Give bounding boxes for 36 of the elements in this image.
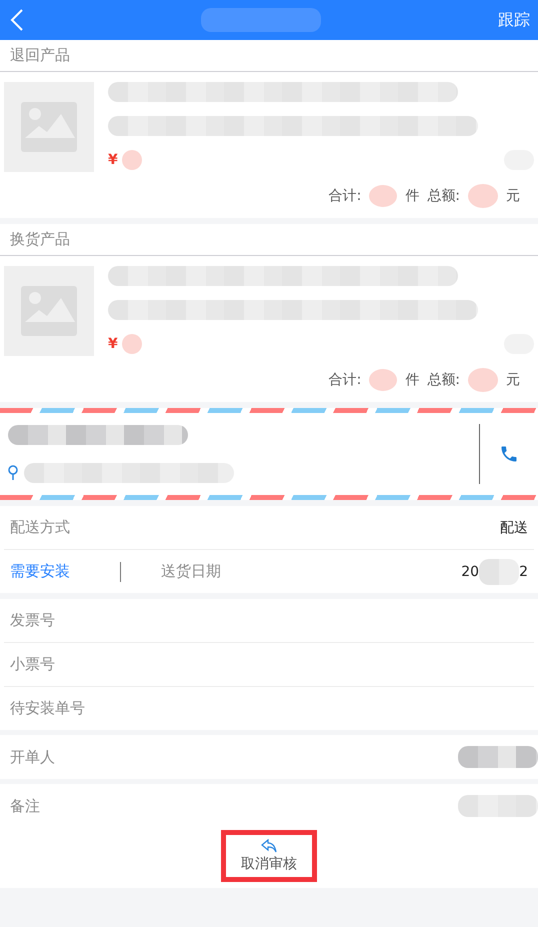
currency-sign: ¥ — [108, 152, 118, 168]
section-title: 换货产品 — [10, 230, 70, 249]
amount-label: 总额: — [427, 371, 460, 389]
redacted-block — [468, 184, 498, 208]
unit-label: 元 — [506, 187, 520, 205]
track-button[interactable]: 跟踪 — [498, 10, 530, 30]
field-label: 发票号 — [10, 611, 55, 630]
date-value: 2 — [519, 564, 528, 580]
redacted-block — [479, 558, 520, 584]
field-value: 配送 — [500, 518, 528, 536]
install-toggle[interactable]: 需要安装 — [10, 562, 70, 581]
field-label: 备注 — [10, 796, 40, 816]
redacted-block — [122, 150, 142, 170]
field-label: 开单人 — [10, 748, 55, 766]
redacted-block — [369, 369, 398, 391]
phone-icon[interactable] — [499, 444, 519, 464]
unit-label: 件 — [405, 187, 420, 205]
unit-label: 元 — [506, 371, 520, 389]
total-label: 合计: — [328, 371, 362, 389]
unit-label: 件 — [405, 371, 420, 389]
date-value: 20 — [461, 564, 480, 580]
amount-label: 总额: — [427, 187, 460, 205]
section-title: 退回产品 — [10, 46, 70, 65]
undo-icon — [261, 839, 277, 853]
total-label: 合计: — [328, 187, 362, 205]
redacted-block — [468, 368, 498, 392]
redacted-block — [369, 185, 398, 207]
field-label: 配送方式 — [10, 518, 70, 537]
field-label: 送货日期 — [161, 562, 221, 581]
redacted-block — [122, 334, 142, 354]
location-pin-icon — [8, 465, 18, 481]
back-icon[interactable] — [10, 8, 24, 32]
field-label: 小票号 — [10, 655, 55, 674]
currency-sign: ¥ — [108, 336, 118, 352]
cancel-review-button[interactable]: 取消审核 — [221, 830, 317, 882]
field-label: 待安装单号 — [10, 699, 85, 718]
